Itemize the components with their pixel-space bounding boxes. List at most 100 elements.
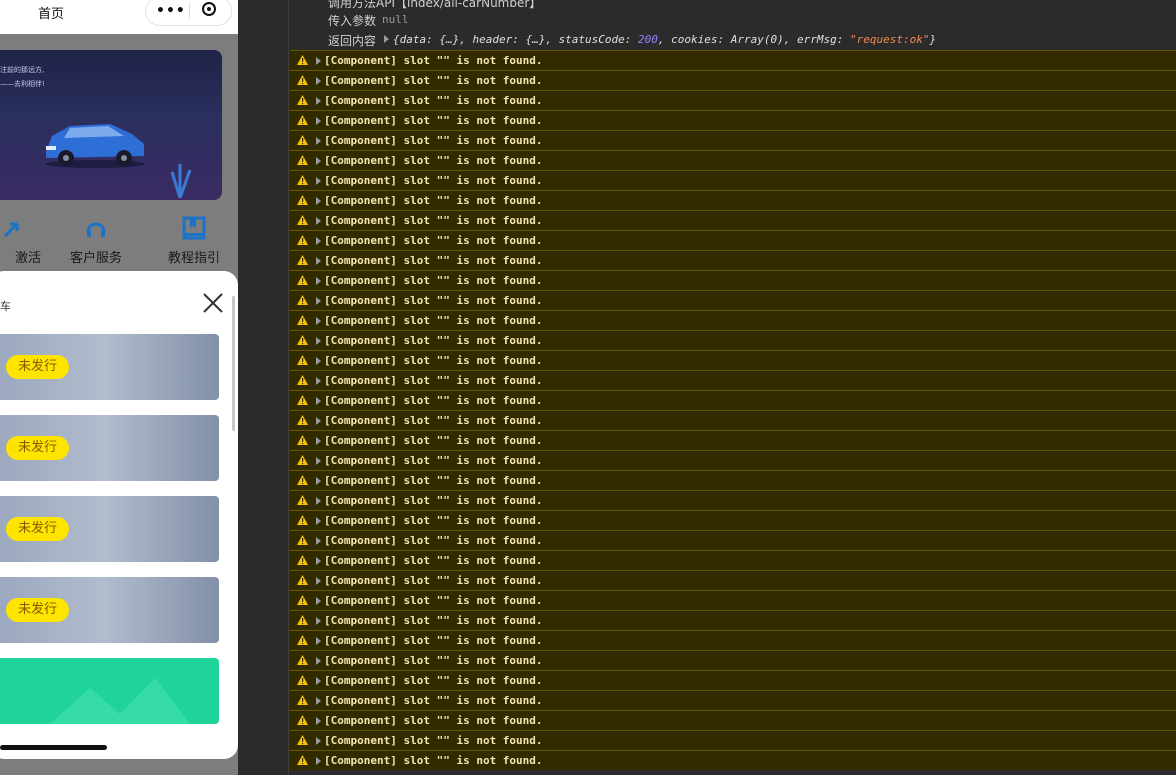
expand-triangle-icon[interactable] xyxy=(316,677,321,685)
close-miniprogram-icon[interactable] xyxy=(202,2,216,16)
expand-triangle-icon[interactable] xyxy=(316,497,321,505)
warning-message: [Component] slot "" is not found. xyxy=(324,214,543,227)
expand-triangle-icon[interactable] xyxy=(316,477,321,485)
expand-triangle-icon[interactable] xyxy=(316,577,321,585)
expand-triangle-icon[interactable] xyxy=(316,137,321,145)
console-warning-row[interactable]: [Component] slot "" is not found. xyxy=(290,710,1176,730)
expand-triangle-icon[interactable] xyxy=(316,217,321,225)
expand-triangle-icon[interactable] xyxy=(316,357,321,365)
console-warning-row[interactable]: [Component] slot "" is not found. xyxy=(290,230,1176,250)
expand-triangle-icon[interactable] xyxy=(316,297,321,305)
expand-triangle-icon[interactable] xyxy=(316,337,321,345)
console-warning-row[interactable]: [Component] slot "" is not found. xyxy=(290,150,1176,170)
expand-triangle-icon[interactable] xyxy=(316,317,321,325)
vehicle-card[interactable]: 未发行 xyxy=(0,496,219,562)
console-warning-row[interactable]: [Component] slot "" is not found. xyxy=(290,450,1176,470)
expand-triangle-icon[interactable] xyxy=(316,637,321,645)
console-warning-row[interactable]: [Component] slot "" is not found. xyxy=(290,490,1176,510)
console-warning-row[interactable]: [Component] slot "" is not found. xyxy=(290,130,1176,150)
console-warning-row[interactable]: [Component] slot "" is not found. xyxy=(290,70,1176,90)
expand-triangle-icon[interactable] xyxy=(316,197,321,205)
console-warning-row[interactable]: [Component] slot "" is not found. xyxy=(290,690,1176,710)
quick-action-customer-service[interactable]: 客户服务 xyxy=(56,216,136,266)
banner-image[interactable]: 注前的那远方, ——去利相伴! xyxy=(0,50,222,200)
scrollbar[interactable] xyxy=(232,296,235,431)
warning-icon xyxy=(297,575,308,585)
expand-triangle-icon[interactable] xyxy=(316,77,321,85)
menu-capsule[interactable]: ••• xyxy=(145,0,232,26)
console-warning-row[interactable]: [Component] slot "" is not found. xyxy=(290,590,1176,610)
warning-message: [Component] slot "" is not found. xyxy=(324,194,543,207)
expand-triangle-icon[interactable] xyxy=(316,277,321,285)
console-warning-row[interactable]: [Component] slot "" is not found. xyxy=(290,170,1176,190)
console-warning-row[interactable]: [Component] slot "" is not found. xyxy=(290,650,1176,670)
expand-triangle-icon[interactable] xyxy=(316,657,321,665)
warning-icon xyxy=(297,535,308,545)
console-warning-row[interactable]: [Component] slot "" is not found. xyxy=(290,570,1176,590)
console-warning-row[interactable]: [Component] slot "" is not found. xyxy=(290,250,1176,270)
console-warning-row[interactable]: [Component] slot "" is not found. xyxy=(290,350,1176,370)
console-warning-row[interactable]: [Component] slot "" is not found. xyxy=(290,190,1176,210)
console-warning-row[interactable]: [Component] slot "" is not found. xyxy=(290,470,1176,490)
expand-triangle-icon[interactable] xyxy=(316,97,321,105)
vehicle-card[interactable]: 未发行 xyxy=(0,334,219,400)
quick-action-activate[interactable]: 激活 xyxy=(0,216,53,266)
console-warning-row[interactable]: [Component] slot "" is not found. xyxy=(290,370,1176,390)
vehicle-card-active[interactable] xyxy=(0,658,219,724)
warning-icon xyxy=(297,95,308,105)
expand-triangle-icon[interactable] xyxy=(316,697,321,705)
return-object[interactable]: {data: {…}, header: {…}, statusCode: 200… xyxy=(393,33,936,46)
warning-message: [Component] slot "" is not found. xyxy=(324,674,543,687)
console-warning-row[interactable]: [Component] slot "" is not found. xyxy=(290,430,1176,450)
expand-triangle-icon[interactable] xyxy=(316,157,321,165)
expand-triangle-icon[interactable] xyxy=(384,35,389,43)
status-badge: 未发行 xyxy=(6,436,70,460)
expand-triangle-icon[interactable] xyxy=(316,537,321,545)
console-warning-row[interactable]: [Component] slot "" is not found. xyxy=(290,270,1176,290)
console-warning-row[interactable]: [Component] slot "" is not found. xyxy=(290,510,1176,530)
expand-triangle-icon[interactable] xyxy=(316,117,321,125)
vehicle-card[interactable]: 未发行 xyxy=(0,415,219,481)
close-icon[interactable] xyxy=(202,292,224,314)
console-warning-row[interactable]: [Component] slot "" is not found. xyxy=(290,610,1176,630)
expand-triangle-icon[interactable] xyxy=(316,597,321,605)
quick-action-tutorial[interactable]: 教程指引 xyxy=(154,216,234,266)
warning-message: [Component] slot "" is not found. xyxy=(324,294,543,307)
console-warning-row[interactable]: [Component] slot "" is not found. xyxy=(290,530,1176,550)
expand-triangle-icon[interactable] xyxy=(316,517,321,525)
expand-triangle-icon[interactable] xyxy=(316,57,321,65)
console-warning-row[interactable]: [Component] slot "" is not found. xyxy=(290,390,1176,410)
expand-triangle-icon[interactable] xyxy=(316,557,321,565)
warning-message: [Component] slot "" is not found. xyxy=(324,174,543,187)
expand-triangle-icon[interactable] xyxy=(316,617,321,625)
more-icon[interactable]: ••• xyxy=(156,3,186,19)
expand-triangle-icon[interactable] xyxy=(316,737,321,745)
expand-triangle-icon[interactable] xyxy=(316,377,321,385)
console-warning-row[interactable]: [Component] slot "" is not found. xyxy=(290,750,1176,770)
expand-triangle-icon[interactable] xyxy=(316,457,321,465)
console-warning-row[interactable]: [Component] slot "" is not found. xyxy=(290,410,1176,430)
expand-triangle-icon[interactable] xyxy=(316,417,321,425)
console-warning-row[interactable]: [Component] slot "" is not found. xyxy=(290,630,1176,650)
expand-triangle-icon[interactable] xyxy=(316,717,321,725)
expand-triangle-icon[interactable] xyxy=(316,257,321,265)
console-warning-row[interactable]: [Component] slot "" is not found. xyxy=(290,730,1176,750)
console-warning-row[interactable]: [Component] slot "" is not found. xyxy=(290,50,1176,70)
console-warning-row[interactable]: [Component] slot "" is not found. xyxy=(290,670,1176,690)
expand-triangle-icon[interactable] xyxy=(316,237,321,245)
console-warning-row[interactable]: [Component] slot "" is not found. xyxy=(290,90,1176,110)
console-warning-row[interactable]: [Component] slot "" is not found. xyxy=(290,290,1176,310)
expand-triangle-icon[interactable] xyxy=(316,757,321,765)
panel-divider[interactable] xyxy=(288,0,289,775)
console-warning-row[interactable]: [Component] slot "" is not found. xyxy=(290,210,1176,230)
console-warning-row[interactable]: [Component] slot "" is not found. xyxy=(290,110,1176,130)
console-info-return[interactable]: 返回内容 {data: {…}, header: {…}, statusCode… xyxy=(290,29,1176,49)
expand-triangle-icon[interactable] xyxy=(316,397,321,405)
expand-triangle-icon[interactable] xyxy=(316,437,321,445)
console-warning-row[interactable]: [Component] slot "" is not found. xyxy=(290,310,1176,330)
vehicle-select-sheet: 车 未发行 未发行 未发行 未发行 xyxy=(0,271,238,759)
vehicle-card[interactable]: 未发行 xyxy=(0,577,219,643)
console-warning-row[interactable]: [Component] slot "" is not found. xyxy=(290,330,1176,350)
console-warning-row[interactable]: [Component] slot "" is not found. xyxy=(290,550,1176,570)
expand-triangle-icon[interactable] xyxy=(316,177,321,185)
